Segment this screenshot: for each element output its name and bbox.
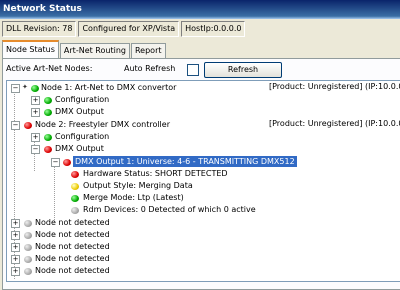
status-grey-icon <box>24 256 32 263</box>
node-tree[interactable]: − ✦ Node 1: Art-Net to DMX convertor [Pr… <box>6 80 400 282</box>
tab-art-net-routing[interactable]: Art-Net Routing <box>59 43 130 58</box>
expand-toggle[interactable]: + <box>31 133 40 142</box>
active-nodes-label: Active Art-Net Nodes: <box>6 64 93 73</box>
auto-refresh-label: Auto Refresh <box>124 64 176 73</box>
status-strip: DLL Revision: 78 Configured for XP/Vista… <box>2 21 400 37</box>
tree-node-not-detected[interactable]: Node not detected <box>35 265 110 276</box>
tree-guide <box>54 164 55 222</box>
expand-toggle[interactable]: + <box>11 267 20 276</box>
status-grey-icon <box>71 207 79 214</box>
auto-refresh-checkbox[interactable] <box>187 64 199 76</box>
window-title: Network Status <box>3 4 82 14</box>
status-green-icon <box>44 134 52 141</box>
status-grey-icon <box>24 244 32 251</box>
status-grey-icon <box>24 220 32 227</box>
node-2-product: [Product: Unregistered] (IP:10.0.0.6 <box>269 119 400 128</box>
tree-node-not-detected[interactable]: Node not detected <box>35 229 110 240</box>
expand-toggle[interactable]: + <box>31 96 40 105</box>
configured-for: Configured for XP/Vista <box>78 21 180 37</box>
tree-dmx-output-1[interactable]: DMX Output 1: Universe: 4-6 - TRANSMITTI… <box>73 156 297 167</box>
tab-report[interactable]: Report <box>130 43 166 58</box>
window-title-bar: Network Status <box>0 0 400 19</box>
tree-node-2[interactable]: Node 2: Freestyler DMX controller <box>35 119 170 130</box>
expand-toggle[interactable]: + <box>11 255 20 264</box>
status-grey-icon <box>24 268 32 275</box>
tree-node-not-detected[interactable]: Node not detected <box>35 217 110 228</box>
tree-node-1-dmx[interactable]: DMX Output <box>55 106 104 117</box>
status-red-icon <box>63 159 71 166</box>
tab-bar: Node Status Art-Net Routing Report <box>2 40 167 58</box>
hardware-status[interactable]: Hardware Status: SHORT DETECTED <box>83 168 228 179</box>
expand-toggle[interactable]: − <box>51 158 60 167</box>
status-green-icon <box>44 97 52 104</box>
tab-node-status[interactable]: Node Status <box>2 40 59 58</box>
merge-mode[interactable]: Merge Mode: Ltp (Latest) <box>83 192 184 203</box>
output-style[interactable]: Output Style: Merging Data <box>83 180 193 191</box>
status-grey-icon <box>24 232 32 239</box>
status-red-icon <box>44 146 52 153</box>
expand-toggle[interactable]: + <box>11 231 20 240</box>
dll-revision: DLL Revision: 78 <box>2 21 77 37</box>
status-red-icon <box>24 122 32 129</box>
expand-toggle[interactable]: − <box>31 145 40 154</box>
tree-node-1-config[interactable]: Configuration <box>55 94 109 105</box>
status-red-icon <box>71 171 79 178</box>
status-green-icon <box>44 109 52 116</box>
refresh-button[interactable]: Refresh <box>204 62 282 78</box>
expand-toggle[interactable]: + <box>31 108 40 117</box>
expand-toggle[interactable]: − <box>11 84 20 93</box>
tree-node-2-config[interactable]: Configuration <box>55 131 109 142</box>
node-toolbar: Active Art-Net Nodes: Auto Refresh Refre… <box>6 62 400 78</box>
status-yellow-icon <box>71 183 79 190</box>
tree-node-1[interactable]: Node 1: Art-Net to DMX convertor <box>41 82 176 93</box>
status-green-icon <box>31 85 39 92</box>
node-1-product: [Product: Unregistered] (IP:10.0.0.7 <box>269 82 400 91</box>
expand-toggle[interactable]: − <box>11 121 20 130</box>
expand-toggle[interactable]: + <box>11 219 20 228</box>
tree-node-not-detected[interactable]: Node not detected <box>35 253 110 264</box>
expand-toggle[interactable]: + <box>11 243 20 252</box>
tree-node-not-detected[interactable]: Node not detected <box>35 241 110 252</box>
host-ip: HostIp:0.0.0.0 <box>181 21 246 37</box>
tree-guide <box>34 139 35 171</box>
arrow-icon: ✦ <box>22 83 28 91</box>
status-green-icon <box>71 195 79 202</box>
tree-node-2-dmx[interactable]: DMX Output <box>55 143 104 154</box>
rdm-devices[interactable]: Rdm Devices: 0 Detected of which 0 activ… <box>83 204 256 215</box>
